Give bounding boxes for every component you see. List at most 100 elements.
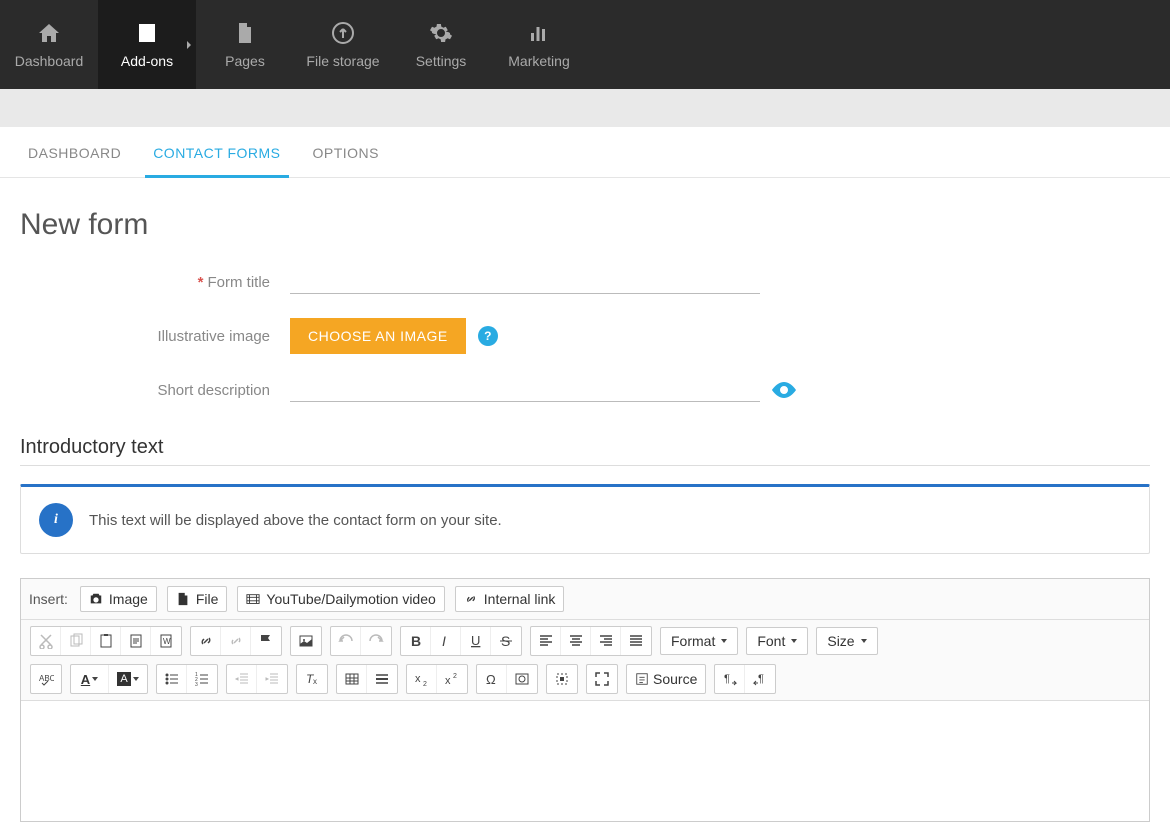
editor-toolbar: W B I U S bbox=[21, 620, 1149, 701]
nav-settings[interactable]: Settings bbox=[392, 0, 490, 89]
eye-icon[interactable] bbox=[772, 382, 796, 398]
nav-label: Settings bbox=[416, 53, 467, 69]
ltr-button[interactable]: ¶ bbox=[715, 665, 745, 693]
remove-format-button[interactable]: Tx bbox=[297, 665, 327, 693]
nav-pages[interactable]: Pages bbox=[196, 0, 294, 89]
subscript-icon: x2 bbox=[414, 671, 430, 687]
tab-contact-forms[interactable]: CONTACT FORMS bbox=[145, 127, 288, 178]
home-icon bbox=[37, 21, 61, 45]
link-button[interactable] bbox=[191, 627, 221, 655]
svg-text:x: x bbox=[415, 673, 421, 685]
text-color-button[interactable]: A bbox=[71, 665, 109, 693]
unlink-button[interactable] bbox=[221, 627, 251, 655]
paste-button[interactable] bbox=[91, 627, 121, 655]
nav-label: Dashboard bbox=[15, 53, 84, 69]
tab-dashboard[interactable]: DASHBOARD bbox=[20, 127, 129, 177]
redo-button[interactable] bbox=[361, 627, 391, 655]
editor-body[interactable] bbox=[21, 701, 1149, 821]
nav-label: File storage bbox=[306, 53, 379, 69]
number-list-icon: 123 bbox=[194, 671, 210, 687]
insert-file-button[interactable]: File bbox=[167, 586, 228, 612]
align-left-button[interactable] bbox=[531, 627, 561, 655]
choose-image-button[interactable]: CHOOSE AN IMAGE bbox=[290, 318, 466, 354]
short-description-input[interactable] bbox=[290, 378, 760, 402]
insert-video-button[interactable]: YouTube/Dailymotion video bbox=[237, 586, 444, 612]
font-dropdown[interactable]: Font bbox=[746, 627, 808, 655]
superscript-button[interactable]: x2 bbox=[437, 665, 467, 693]
insert-image-button[interactable]: Image bbox=[80, 586, 157, 612]
file-icon bbox=[176, 592, 190, 606]
italic-button[interactable]: I bbox=[431, 627, 461, 655]
insert-link-button[interactable]: Internal link bbox=[455, 586, 565, 612]
bold-icon: B bbox=[408, 633, 424, 649]
bold-button[interactable]: B bbox=[401, 627, 431, 655]
info-text: This text will be displayed above the co… bbox=[89, 512, 502, 529]
cut-button[interactable] bbox=[31, 627, 61, 655]
select-all-button[interactable] bbox=[547, 665, 577, 693]
paste-text-button[interactable] bbox=[121, 627, 151, 655]
indent-button[interactable] bbox=[257, 665, 287, 693]
row-short-description: Short description bbox=[20, 378, 1150, 402]
help-icon[interactable]: ? bbox=[478, 326, 498, 346]
align-right-button[interactable] bbox=[591, 627, 621, 655]
italic-icon: I bbox=[438, 633, 454, 649]
camera-icon bbox=[89, 592, 103, 606]
bullet-list-button[interactable] bbox=[157, 665, 187, 693]
maximize-button[interactable] bbox=[587, 665, 617, 693]
underline-button[interactable]: U bbox=[461, 627, 491, 655]
bg-color-button[interactable]: A bbox=[109, 665, 147, 693]
iframe-button[interactable] bbox=[507, 665, 537, 693]
paste-word-button[interactable]: W bbox=[151, 627, 181, 655]
undo-icon bbox=[338, 633, 354, 649]
table-button[interactable] bbox=[337, 665, 367, 693]
rtl-icon: ¶ bbox=[752, 671, 768, 687]
section-title: Introductory text bbox=[20, 436, 1150, 466]
source-icon bbox=[635, 672, 649, 686]
paste-text-icon bbox=[128, 633, 144, 649]
redo-icon bbox=[368, 633, 384, 649]
label-form-title: *Form title bbox=[20, 274, 290, 291]
align-right-icon bbox=[598, 633, 614, 649]
svg-text:ABC: ABC bbox=[39, 674, 54, 683]
outdent-button[interactable] bbox=[227, 665, 257, 693]
form-title-input[interactable] bbox=[290, 270, 760, 294]
outdent-icon bbox=[234, 671, 250, 687]
nav-marketing[interactable]: Marketing bbox=[490, 0, 588, 89]
nav-label: Marketing bbox=[508, 53, 569, 69]
upload-icon bbox=[331, 21, 355, 45]
page-title: New form bbox=[20, 208, 1150, 242]
nav-file-storage[interactable]: File storage bbox=[294, 0, 392, 89]
align-justify-button[interactable] bbox=[621, 627, 651, 655]
image-button[interactable] bbox=[291, 627, 321, 655]
row-illustrative-image: Illustrative image CHOOSE AN IMAGE ? bbox=[20, 318, 1150, 354]
format-dropdown[interactable]: Format bbox=[660, 627, 738, 655]
iframe-icon bbox=[514, 671, 530, 687]
align-center-button[interactable] bbox=[561, 627, 591, 655]
nav-addons[interactable]: Add-ons bbox=[98, 0, 196, 89]
copy-button[interactable] bbox=[61, 627, 91, 655]
size-dropdown[interactable]: Size bbox=[816, 627, 877, 655]
insert-label: Insert: bbox=[29, 591, 68, 607]
spellcheck-button[interactable]: ABC bbox=[31, 665, 61, 693]
svg-text:¶: ¶ bbox=[758, 673, 764, 685]
anchor-button[interactable] bbox=[251, 627, 281, 655]
number-list-button[interactable]: 123 bbox=[187, 665, 217, 693]
hr-button[interactable] bbox=[367, 665, 397, 693]
cut-icon bbox=[38, 633, 54, 649]
nav-label: Add-ons bbox=[121, 53, 173, 69]
source-button[interactable]: Source bbox=[627, 665, 705, 693]
svg-text:x: x bbox=[313, 677, 317, 686]
row-form-title: *Form title bbox=[20, 270, 1150, 294]
svg-text:3: 3 bbox=[195, 682, 198, 687]
nav-dashboard[interactable]: Dashboard bbox=[0, 0, 98, 89]
undo-button[interactable] bbox=[331, 627, 361, 655]
editor-insert-bar: Insert: Image File YouTube/Dailymotion v… bbox=[21, 579, 1149, 620]
flag-icon bbox=[258, 633, 274, 649]
info-icon: i bbox=[39, 503, 73, 537]
rtl-button[interactable]: ¶ bbox=[745, 665, 775, 693]
special-char-button[interactable]: Ω bbox=[477, 665, 507, 693]
subscript-button[interactable]: x2 bbox=[407, 665, 437, 693]
tab-options[interactable]: OPTIONS bbox=[305, 127, 388, 177]
strike-button[interactable]: S bbox=[491, 627, 521, 655]
svg-text:¶: ¶ bbox=[724, 673, 730, 685]
